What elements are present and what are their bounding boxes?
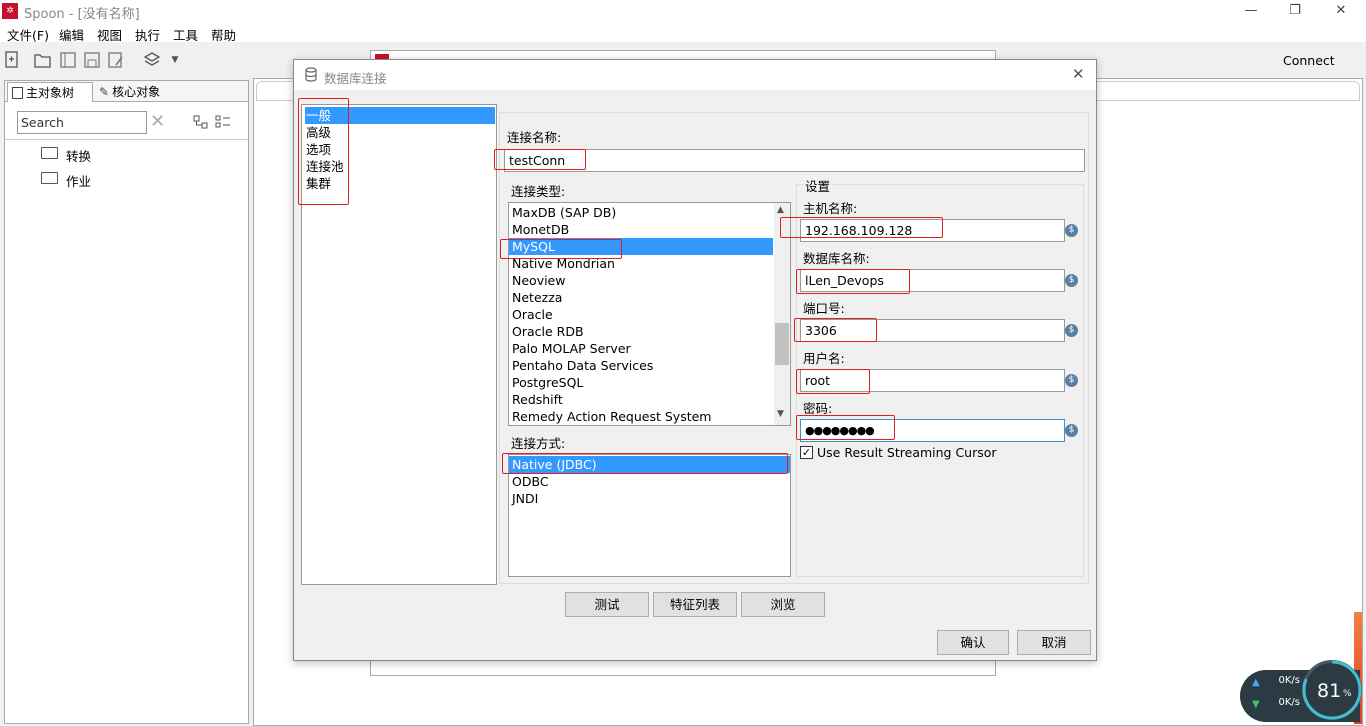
database-connection-dialog: 数据库连接 ✕ 一般 高级 选项 连接池 集群 连接名称: testConn 连… bbox=[293, 59, 1097, 661]
upload-speed: 0K/s bbox=[1278, 675, 1301, 686]
variable-icon[interactable]: $ bbox=[1065, 374, 1078, 387]
download-arrow-icon: ▼ bbox=[1252, 699, 1260, 710]
restore-button[interactable]: ❐ bbox=[1272, 0, 1318, 22]
type-item[interactable]: Neoview bbox=[509, 272, 773, 289]
tree-icon bbox=[12, 87, 23, 99]
port-label: 端口号: bbox=[803, 301, 845, 316]
annotation-box bbox=[796, 369, 870, 394]
layers-icon[interactable] bbox=[143, 51, 161, 69]
dialog-titlebar: 数据库连接 ✕ bbox=[294, 60, 1096, 90]
tree-item-label: 转换 bbox=[66, 149, 92, 164]
save-icon[interactable] bbox=[83, 51, 101, 69]
percent-unit: % bbox=[1343, 689, 1352, 699]
connection-name-label: 连接名称: bbox=[507, 130, 562, 145]
type-item[interactable]: Netezza bbox=[509, 289, 773, 306]
settings-label: 设置 bbox=[803, 176, 833, 195]
cpu-percent: 81 bbox=[1317, 680, 1342, 702]
variable-icon[interactable]: $ bbox=[1065, 224, 1078, 237]
streaming-checkbox-label: Use Result Streaming Cursor bbox=[817, 445, 997, 460]
minimize-button[interactable]: — bbox=[1228, 0, 1274, 22]
title-bar: ✲ Spoon - [没有名称] — ❐ ✕ bbox=[0, 0, 1366, 22]
cpu-gauge[interactable]: 81 % bbox=[1302, 660, 1362, 720]
close-button[interactable]: ✕ bbox=[1318, 0, 1364, 22]
streaming-checkbox[interactable]: ✓ bbox=[800, 446, 813, 459]
scroll-up-icon[interactable]: ▲ bbox=[777, 205, 784, 215]
feature-list-button[interactable]: 特征列表 bbox=[653, 592, 737, 617]
variable-icon[interactable]: $ bbox=[1065, 274, 1078, 287]
type-item[interactable]: Pentaho Data Services bbox=[509, 357, 773, 374]
tab-main-tree-label: 主对象树 bbox=[26, 86, 75, 100]
window-title: Spoon - [没有名称] bbox=[24, 7, 140, 22]
access-label: 连接方式: bbox=[511, 436, 566, 451]
network-speed-widget: ▲ 0K/s ▼ 0K/s 81 % bbox=[1240, 660, 1362, 722]
scroll-down-icon[interactable]: ▼ bbox=[777, 409, 784, 419]
annotation-box bbox=[796, 415, 895, 440]
type-item[interactable]: Palo MOLAP Server bbox=[509, 340, 773, 357]
pencil-icon: ✎ bbox=[99, 85, 110, 99]
type-item[interactable]: Redshift bbox=[509, 391, 773, 408]
connection-type-list[interactable]: MaxDB (SAP DB) MonetDB MySQL Native Mond… bbox=[508, 202, 791, 426]
annotation-box bbox=[298, 98, 349, 205]
type-item[interactable]: Oracle RDB bbox=[509, 323, 773, 340]
connection-name-input[interactable]: testConn bbox=[504, 149, 1085, 172]
open-folder-icon[interactable] bbox=[34, 51, 52, 69]
left-panel: 主对象树 ✎ 核心对象 Search ✕ 转换 作业 bbox=[4, 80, 249, 724]
annotation-box bbox=[796, 269, 910, 294]
annotation-box bbox=[494, 149, 586, 170]
save-as-icon[interactable] bbox=[107, 51, 125, 69]
download-speed: 0K/s bbox=[1278, 697, 1301, 708]
ok-button[interactable]: 确认 bbox=[937, 630, 1009, 655]
scroll-thumb[interactable] bbox=[775, 323, 789, 365]
expand-tree-icon[interactable] bbox=[193, 115, 209, 132]
annotation-box bbox=[794, 318, 877, 342]
access-item[interactable]: ODBC bbox=[509, 473, 790, 490]
type-item[interactable]: PostgreSQL bbox=[509, 374, 773, 391]
dialog-title: 数据库连接 bbox=[324, 71, 387, 86]
type-item[interactable]: Oracle bbox=[509, 306, 773, 323]
tree-item-label: 作业 bbox=[66, 174, 92, 189]
variable-icon[interactable]: $ bbox=[1065, 424, 1078, 437]
type-item[interactable]: MaxDB (SAP DB) bbox=[509, 204, 773, 221]
cancel-button[interactable]: 取消 bbox=[1017, 630, 1091, 655]
connect-button[interactable]: Connect bbox=[1283, 53, 1335, 68]
collapse-tree-icon[interactable] bbox=[215, 115, 231, 132]
variable-icon[interactable]: $ bbox=[1065, 324, 1078, 337]
dialog-close-icon[interactable]: ✕ bbox=[1072, 65, 1085, 83]
chevron-down-icon[interactable]: ▼ bbox=[166, 51, 184, 69]
tab-core-objects-label: 核心对象 bbox=[112, 85, 161, 99]
search-input[interactable]: Search bbox=[17, 111, 147, 134]
test-button[interactable]: 测试 bbox=[565, 592, 649, 617]
upload-arrow-icon: ▲ bbox=[1252, 677, 1260, 688]
clear-search-icon[interactable]: ✕ bbox=[150, 111, 165, 132]
explore-button[interactable]: 浏览 bbox=[741, 592, 825, 617]
database-label: 数据库名称: bbox=[803, 251, 870, 266]
folder-icon bbox=[41, 147, 58, 159]
annotation-box bbox=[500, 239, 622, 259]
database-icon bbox=[305, 67, 317, 85]
menu-bar: 文件(F) 编辑 视图 执行 工具 帮助 bbox=[0, 22, 1366, 43]
type-item[interactable]: MonetDB bbox=[509, 221, 773, 238]
spoon-app-icon: ✲ bbox=[2, 3, 18, 19]
host-label: 主机名称: bbox=[803, 201, 858, 216]
tab-main-tree[interactable]: 主对象树 bbox=[7, 82, 93, 102]
explore-repository-icon[interactable] bbox=[59, 51, 77, 69]
connection-type-label: 连接类型: bbox=[511, 184, 566, 199]
access-item[interactable]: JNDI bbox=[509, 490, 790, 507]
username-label: 用户名: bbox=[803, 351, 845, 366]
folder-icon bbox=[41, 172, 58, 184]
new-file-icon[interactable] bbox=[3, 51, 21, 69]
type-item[interactable]: Remedy Action Request System bbox=[509, 408, 773, 425]
annotation-box bbox=[502, 453, 788, 474]
annotation-box bbox=[780, 217, 943, 238]
tab-core-objects[interactable]: ✎ 核心对象 bbox=[97, 82, 171, 102]
